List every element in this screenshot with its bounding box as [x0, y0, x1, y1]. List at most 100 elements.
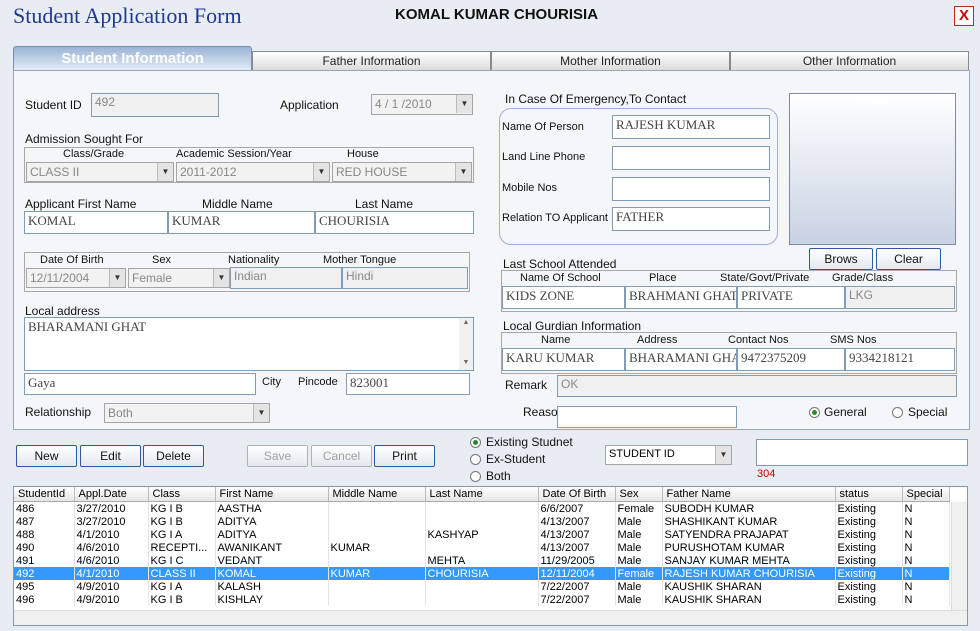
school-name-field[interactable]: KIDS ZONE	[502, 286, 625, 309]
relation-field[interactable]: FATHER	[612, 207, 770, 231]
dob-label: Date Of Birth	[40, 254, 104, 266]
ex-student-radio[interactable]	[470, 454, 481, 465]
table-cell	[328, 515, 426, 528]
guardian-contact-field[interactable]: 9472375209	[737, 348, 845, 371]
middle-name-field[interactable]: KUMAR	[168, 211, 315, 234]
both-radio[interactable]	[470, 471, 481, 482]
grid-column-header[interactable]: Sex	[615, 487, 663, 502]
grid-column-header[interactable]: Middle Name	[328, 487, 426, 502]
grid-column-header[interactable]: First Name	[215, 487, 329, 502]
table-cell: SATYENDRA PRAJAPAT	[662, 528, 836, 541]
clear-button[interactable]: Clear	[876, 248, 941, 270]
existing-student-radio[interactable]	[470, 437, 481, 448]
relationship-label: Relationship	[25, 405, 92, 419]
school-grade-field[interactable]: LKG	[845, 286, 955, 309]
grid-column-header[interactable]: status	[835, 487, 903, 502]
table-row[interactable]: 490 4/6/2010 RECEPTI... AWANIKANT KUMAR 4/13/…	[14, 541, 950, 554]
grid-column-header[interactable]: Father Name	[662, 487, 836, 502]
relation-label: Relation TO Applicant	[502, 212, 608, 224]
grid-column-header[interactable]: Special	[902, 487, 950, 502]
academic-session-label: Academic Session/Year	[176, 148, 292, 160]
cancel-button[interactable]: Cancel	[311, 445, 372, 467]
table-row[interactable]: 491 4/6/2010 KG I C VEDANT MEHTA 11/29/2005 Ma…	[14, 554, 950, 567]
guardian-name-field[interactable]: KARU KUMAR	[502, 348, 625, 371]
grid-column-header[interactable]: Last Name	[425, 487, 539, 502]
grid-column-header[interactable]: StudentId	[14, 487, 75, 502]
pincode-field[interactable]: 823001	[346, 373, 470, 395]
grid-horizontal-scrollbar[interactable]	[14, 610, 967, 625]
table-cell: Female	[615, 567, 663, 580]
guardian-sms-field[interactable]: 9334218121	[845, 348, 955, 371]
edit-button[interactable]: Edit	[80, 445, 141, 467]
application-label: Application	[280, 98, 339, 112]
table-row[interactable]: 496 4/9/2010 KG I B KISHLAY 7/22/2007 Male KAU…	[14, 593, 950, 606]
search-input[interactable]	[756, 439, 968, 466]
print-button[interactable]: Print	[374, 445, 435, 467]
table-cell: KALASH	[215, 580, 329, 593]
student-id-field[interactable]: 492	[91, 93, 219, 117]
relationship-select[interactable]: Both ▼	[104, 403, 270, 423]
tab-student-information[interactable]: Student Information	[13, 46, 252, 71]
nationality-field[interactable]: Indian	[230, 267, 342, 289]
table-cell: Male	[615, 528, 663, 541]
new-button[interactable]: New	[16, 445, 77, 467]
last-name-field[interactable]: CHOURISIA	[315, 211, 474, 234]
remark-field[interactable]: OK	[557, 375, 957, 397]
landline-field[interactable]	[612, 146, 770, 170]
table-row[interactable]: 495 4/9/2010 KG I A KALASH 7/22/2007 Male KAUS…	[14, 580, 950, 593]
table-cell	[328, 501, 426, 515]
school-type-field[interactable]: PRIVATE	[737, 286, 845, 309]
close-button[interactable]: X	[954, 6, 974, 26]
mother-tongue-field[interactable]: Hindi	[342, 267, 468, 289]
browse-button[interactable]: Brows	[809, 248, 873, 270]
table-cell: PURUSHOTAM KUMAR	[662, 541, 836, 554]
grid-column-header[interactable]: Class	[148, 487, 216, 502]
application-date-picker[interactable]: 4 / 1 /2010 ▼	[371, 94, 473, 115]
class-grade-select[interactable]: CLASS II ▼	[26, 162, 174, 182]
special-radio[interactable]	[892, 407, 903, 418]
record-count: 304	[757, 468, 776, 480]
existing-student-label: Existing Studnet	[486, 435, 573, 449]
house-value: RED HOUSE	[336, 165, 408, 179]
address-scrollbar[interactable]: ▲ ▼	[459, 318, 473, 370]
table-cell: KG I B	[148, 593, 216, 606]
table-row[interactable]: 492 4/1/2010 CLASS II KOMAL KUMAR CHOURISIA 12…	[14, 567, 950, 580]
table-row[interactable]: 487 3/27/2010 KG I B ADITYA 4/13/2007 Male SHA…	[14, 515, 950, 528]
table-cell: Female	[615, 501, 663, 515]
tab-other-information[interactable]: Other Information	[730, 51, 969, 70]
chevron-down-icon: ▼	[715, 446, 731, 464]
guardian-address-header: Address	[637, 334, 678, 346]
guardian-address-field[interactable]: BHARAMANI GHAT	[625, 348, 737, 371]
tab-mother-information[interactable]: Mother Information	[491, 51, 730, 70]
house-select[interactable]: RED HOUSE ▼	[332, 162, 472, 182]
tab-father-information[interactable]: Father Information	[252, 51, 491, 70]
table-cell	[425, 515, 539, 528]
table-cell: KAUSHIK SHARAN	[662, 580, 836, 593]
table-row[interactable]: 486 3/27/2010 KG I B AASTHA 6/6/2007 Female SU…	[14, 501, 950, 515]
last-name-label: Last Name	[355, 197, 414, 211]
class-grade-label: Class/Grade	[63, 148, 125, 160]
grid-vertical-scrollbar[interactable]	[951, 502, 967, 610]
table-cell: Existing	[835, 554, 903, 567]
delete-button[interactable]: Delete	[143, 445, 204, 467]
person-name-field[interactable]: RAJESH KUMAR	[612, 115, 770, 139]
academic-session-select[interactable]: 2011-2012 ▼	[176, 162, 330, 182]
grid-column-header[interactable]: Date Of Birth	[538, 487, 616, 502]
dob-picker[interactable]: 12/11/2004 ▼	[26, 268, 126, 288]
mother-tongue-label: Mother Tongue	[323, 254, 397, 266]
table-row[interactable]: 488 4/1/2010 KG I A ADITYA KASHYAP 4/13/2007 M…	[14, 528, 950, 541]
first-name-field[interactable]: KOMAL	[24, 211, 168, 234]
general-radio[interactable]	[809, 407, 820, 418]
grid-column-header[interactable]: Appl.Date	[74, 487, 149, 502]
local-address-field[interactable]: BHARAMANI GHAT	[24, 317, 474, 371]
table-cell: 486	[14, 501, 75, 515]
mobile-field[interactable]	[612, 177, 770, 201]
city-field[interactable]: Gaya	[24, 373, 256, 395]
search-by-select[interactable]: STUDENT ID ▼	[605, 445, 732, 465]
school-place-field[interactable]: BRAHMANI GHAT	[625, 286, 737, 309]
reason-field[interactable]	[557, 406, 737, 428]
sex-select[interactable]: Female ▼	[128, 268, 230, 288]
city-label: City	[262, 376, 281, 388]
save-button[interactable]: Save	[247, 445, 308, 467]
mobile-label: Mobile Nos	[502, 182, 558, 194]
